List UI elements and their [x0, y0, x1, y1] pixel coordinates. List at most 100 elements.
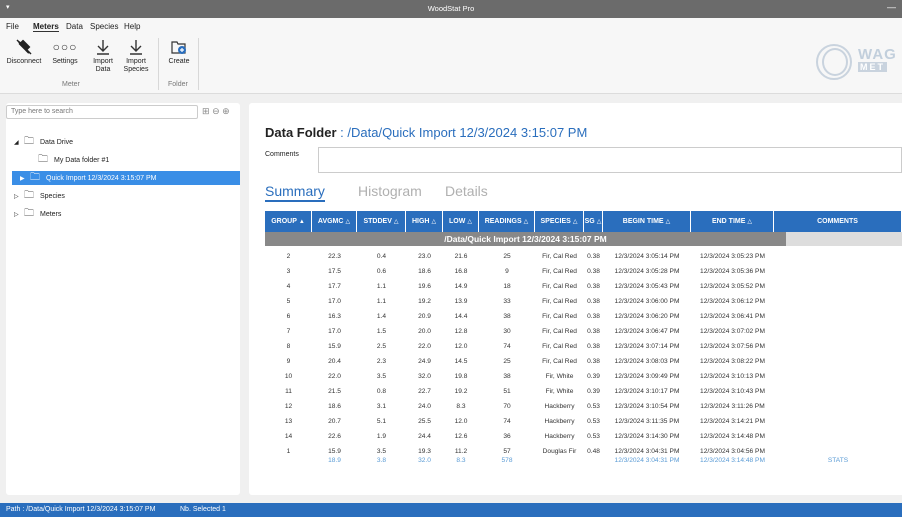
cell-sg: 0.38	[587, 283, 600, 290]
cell-species: Fir, Cal Red	[542, 343, 577, 350]
sort-arrow-icon[interactable]: △	[573, 219, 578, 225]
column-header-end-time[interactable]: END TIME △	[691, 211, 774, 232]
table-row[interactable]: 4 17.7 1.1 19.6 14.9 18 Fir, Cal Red 0.38 12/3/2…	[265, 279, 902, 294]
column-header-label: END TIME	[711, 218, 746, 225]
column-header-avgmc[interactable]: AVGMC △	[312, 211, 357, 232]
sort-arrow-icon[interactable]: △	[597, 219, 602, 225]
column-header-high[interactable]: HIGH △	[406, 211, 443, 232]
column-header-sg[interactable]: SG △	[584, 211, 603, 232]
cell-begin-time: 12/3/2024 3:05:43 PM	[614, 283, 680, 290]
tree-tools: ⊞ ⊖ ⊕	[202, 106, 230, 117]
cell-end-time: 12/3/2024 3:06:12 PM	[700, 298, 765, 305]
create-folder-button[interactable]: Create	[164, 38, 194, 66]
tree-item-quick-import[interactable]: ▶ 🗀 Quick Import 12/3/2024 3:15:07 PM	[12, 171, 240, 185]
disconnect-plug-icon	[4, 38, 44, 56]
cell-low: 19.8	[454, 373, 468, 380]
settings-label: Settings	[52, 58, 78, 65]
collapse-icon[interactable]: ⊖	[212, 106, 220, 116]
menu-help[interactable]: Help	[124, 22, 140, 31]
cell-readings: 578	[501, 457, 513, 464]
tree-item-my-data-folder[interactable]: 🗀 My Data folder #1	[38, 153, 109, 167]
cell-species: Fir, Cal Red	[542, 358, 577, 365]
stats-row[interactable]: 18.9 3.8 32.0 8.3 578 12/3/2024 3:04:31 PM 12/…	[265, 453, 902, 468]
sort-arrow-icon[interactable]: ▲	[299, 219, 305, 225]
sort-arrow-icon[interactable]: △	[747, 219, 752, 225]
column-header-group[interactable]: GROUP ▲	[265, 211, 312, 232]
tab-summary[interactable]: Summary	[265, 183, 325, 202]
table-row[interactable]: 2 22.3 0.4 23.0 21.6 25 Fir, Cal Red 0.38 12/3/2…	[265, 249, 902, 264]
tree-item-species[interactable]: ▷ 🗀 Species	[14, 189, 65, 203]
tree-item-label: Species	[40, 193, 65, 200]
cell-end-time: 12/3/2024 3:10:43 PM	[700, 388, 765, 395]
column-header-stddev[interactable]: STDDEV △	[357, 211, 406, 232]
table-row[interactable]: 11 21.5 0.8 22.7 19.2 51 Fir, White 0.39 12/3/20…	[265, 384, 902, 399]
cell-avgmc: 17.5	[328, 268, 341, 275]
table-row[interactable]: 12 18.6 3.1 24.0 8.3 70 Hackberry 0.53 12/3/2024…	[265, 399, 902, 414]
column-header-label: GROUP	[271, 218, 297, 225]
tree-item-meters[interactable]: ▷ 🗀 Meters	[14, 207, 61, 221]
sort-arrow-icon[interactable]: △	[467, 219, 472, 225]
expand-icon[interactable]: ⊕	[222, 106, 230, 116]
minimize-button[interactable]: —	[887, 2, 896, 12]
table-row[interactable]: 14 22.6 1.9 24.4 12.6 36 Hackberry 0.53 12/3/202…	[265, 429, 902, 444]
table-row[interactable]: 9 20.4 2.3 24.9 14.5 25 Fir, Cal Red 0.38 12/3/2…	[265, 354, 902, 369]
table-row[interactable]: 13 20.7 5.1 25.5 12.0 74 Hackberry 0.53 12/3/202…	[265, 414, 902, 429]
import-arrow-icon	[120, 38, 152, 56]
create-folder-icon	[164, 38, 194, 56]
expand-arrow-icon[interactable]: ◢	[14, 136, 24, 150]
cell-species: Fir, Cal Red	[542, 313, 577, 320]
menu-file[interactable]: File	[6, 22, 19, 31]
tab-histogram[interactable]: Histogram	[358, 183, 422, 199]
collapsed-arrow-icon[interactable]: ▷	[14, 208, 24, 222]
sort-arrow-icon[interactable]: △	[431, 219, 436, 225]
cell-group: 8	[286, 343, 291, 350]
column-header-low[interactable]: LOW △	[443, 211, 479, 232]
comments-field[interactable]	[318, 147, 902, 173]
column-header-species[interactable]: SPECIES △	[535, 211, 584, 232]
new-folder-icon[interactable]: ⊞	[202, 106, 210, 116]
cell-sg	[584, 453, 603, 468]
column-header-label: COMMENTS	[817, 218, 858, 225]
table-row[interactable]: 7 17.0 1.5 20.0 12.8 30 Fir, Cal Red 0.38 12/3/2…	[265, 324, 902, 339]
status-path: Path : /Data/Quick Import 12/3/2024 3:15…	[6, 506, 156, 513]
cell-begin-time: 12/3/2024 3:07:14 PM	[614, 343, 680, 350]
table-row[interactable]: 8 15.9 2.5 22.0 12.0 74 Fir, Cal Red 0.38 12/3/2…	[265, 339, 902, 354]
menu-meters[interactable]: Meters	[33, 22, 59, 32]
column-header-comments[interactable]: COMMENTS	[774, 211, 902, 232]
logo-text-top: WAG	[858, 46, 897, 63]
table-row[interactable]: 6 16.3 1.4 20.9 14.4 38 Fir, Cal Red 0.38 12/3/2…	[265, 309, 902, 324]
cell-high: 18.6	[418, 268, 431, 275]
collapsed-arrow-icon[interactable]: ▶	[20, 172, 30, 186]
table-row[interactable]: 3 17.5 0.6 18.6 16.8 9 Fir, Cal Red 0.38 12/3/20…	[265, 264, 902, 279]
cell-high: 19.2	[418, 298, 431, 305]
sort-arrow-icon[interactable]: △	[524, 219, 529, 225]
table-row[interactable]: 5 17.0 1.1 19.2 13.9 33 Fir, Cal Red 0.38 12/3/2…	[265, 294, 902, 309]
table-row[interactable]: 10 22.0 3.5 32.0 19.8 38 Fir, White 0.39 12/3/20…	[265, 369, 902, 384]
cell-low: 16.8	[454, 268, 468, 275]
cell-stddev: 3.1	[376, 403, 387, 410]
cell-begin-time: 12/3/2024 3:08:03 PM	[614, 358, 680, 365]
import-species-button[interactable]: Import Species	[120, 38, 152, 74]
menu-bar: File Meters Data Species Help	[0, 18, 902, 34]
tab-details[interactable]: Details	[445, 183, 488, 199]
search-input[interactable]: Type here to search	[6, 105, 198, 119]
column-header-begin-time[interactable]: BEGIN TIME △	[603, 211, 691, 232]
collapsed-arrow-icon[interactable]: ▷	[14, 190, 24, 204]
sort-arrow-icon[interactable]: △	[394, 219, 399, 225]
sort-arrow-icon[interactable]: △	[345, 219, 350, 225]
menu-species[interactable]: Species	[90, 22, 118, 31]
column-header-readings[interactable]: READINGS △	[479, 211, 535, 232]
sort-arrow-icon[interactable]: △	[666, 219, 671, 225]
cell-high: 20.9	[418, 313, 431, 320]
settings-button[interactable]: ○○○ Settings	[48, 38, 82, 66]
cell-avgmc: 16.3	[328, 313, 341, 320]
disconnect-button[interactable]: Disconnect	[4, 38, 44, 66]
cell-readings: 36	[503, 433, 511, 440]
import-data-button[interactable]: Import Data	[88, 38, 118, 74]
tree-item-data-drive[interactable]: ◢ 🗀 Data Drive	[14, 135, 73, 149]
menu-data[interactable]: Data	[66, 22, 83, 31]
group-row-header[interactable]: /Data/Quick Import 12/3/2024 3:15:07 PM	[265, 232, 786, 246]
ribbon-toolbar: Disconnect ○○○ Settings Import Data Impo…	[0, 34, 902, 94]
column-header-label: HIGH	[411, 218, 430, 225]
cell-begin-time: 12/3/2024 3:06:00 PM	[614, 298, 680, 305]
